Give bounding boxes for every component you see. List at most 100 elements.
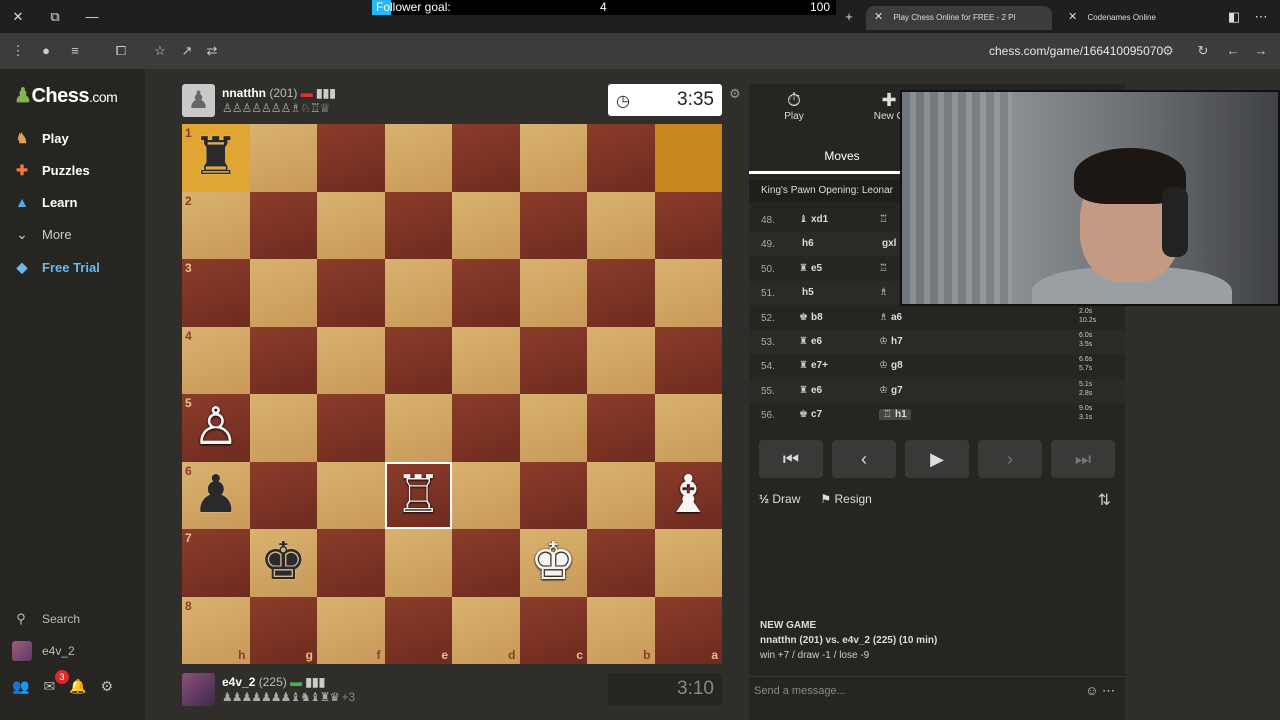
black-move[interactable]: ♗ (879, 287, 891, 298)
close-window-icon[interactable]: ✕ (9, 8, 27, 26)
black-move[interactable]: ♖ h1 (879, 409, 911, 421)
board-square[interactable] (317, 191, 385, 259)
board-square[interactable] (452, 124, 520, 192)
menu-dots-icon[interactable]: ⋮ (9, 42, 27, 60)
board-square[interactable]: a (654, 596, 722, 664)
board-square[interactable]: 3 (182, 259, 250, 327)
board-square[interactable] (317, 529, 385, 597)
board-square[interactable]: f (317, 596, 385, 664)
board-square[interactable] (654, 529, 722, 597)
reading-list-icon[interactable]: ≡ (66, 42, 84, 60)
player-name[interactable]: e4v_2 (222, 675, 255, 689)
tab-codenames[interactable]: ✕ Codenames Online (1068, 6, 1208, 30)
sidebar-item-play[interactable]: ♞ Play (12, 127, 69, 149)
black-pawn-piece[interactable]: ♟ (182, 462, 250, 530)
board-square[interactable] (317, 394, 385, 462)
back-icon[interactable]: ← (1224, 42, 1242, 60)
board-square[interactable] (249, 461, 317, 529)
board-square[interactable]: 6 ♟ (182, 461, 250, 530)
white-move[interactable]: h6 (799, 238, 814, 249)
white-move[interactable]: ♜ e5 (799, 263, 822, 274)
board-square[interactable] (587, 124, 655, 192)
board-square[interactable]: 2 (182, 191, 250, 259)
black-move[interactable]: ♗ a6 (879, 312, 902, 323)
board-square[interactable] (384, 529, 452, 597)
board-square[interactable] (317, 259, 385, 327)
profile-avatar-icon[interactable]: ● (37, 42, 55, 60)
board-square[interactable] (249, 259, 317, 327)
bookmark-star-icon[interactable]: ☆ (151, 42, 169, 60)
white-move[interactable]: h5 (799, 287, 814, 298)
more-options-icon[interactable]: ⋯ (1252, 8, 1270, 26)
board-square[interactable]: 8h (182, 596, 250, 664)
board-square[interactable]: ♝ (654, 461, 723, 530)
sidebar-user[interactable]: e4v_2 (12, 641, 75, 661)
chat-input[interactable]: Send a message... (754, 685, 846, 697)
restore-window-icon[interactable]: ⧉ (46, 8, 64, 26)
white-move[interactable]: ♝ xd1 (799, 214, 828, 225)
white-rook-piece[interactable]: ♖ (385, 462, 453, 530)
board-square[interactable] (452, 394, 520, 462)
flip-board-icon[interactable]: ⇅ (1098, 490, 1111, 510)
board-square[interactable] (452, 326, 520, 394)
board-square[interactable] (519, 326, 587, 394)
black-move[interactable]: ♔ g8 (879, 360, 903, 371)
opponent-name[interactable]: nnatthn (222, 86, 266, 100)
board-square[interactable]: b (587, 596, 655, 664)
board-square[interactable] (384, 259, 452, 327)
resign-button[interactable]: ⚑ Resign (820, 492, 871, 506)
board-square[interactable] (519, 259, 587, 327)
url-field[interactable]: chess.com/game/166410095070 (989, 44, 1163, 58)
messages-icon[interactable]: ✉ (43, 678, 55, 695)
board-square[interactable] (384, 124, 452, 192)
board-square[interactable] (384, 394, 452, 462)
black-king-piece[interactable]: ♚ (250, 529, 318, 597)
sidebar-item-free-trial[interactable]: ◆ Free Trial (12, 256, 100, 278)
board-settings-icon[interactable]: ⚙ (729, 86, 741, 102)
board-square[interactable]: ♚ (249, 529, 318, 597)
board-square[interactable] (317, 461, 385, 529)
board-square[interactable] (587, 461, 655, 529)
friends-icon[interactable]: 👥 (12, 678, 29, 695)
board-square[interactable]: 7 (182, 529, 250, 597)
black-move[interactable]: gxl (879, 238, 896, 249)
white-move[interactable]: ♜ e6 (799, 336, 822, 347)
board-square[interactable] (249, 191, 317, 259)
black-move[interactable]: ♖ (879, 214, 891, 225)
play-moves-button[interactable]: ▶ (905, 440, 969, 478)
board-square[interactable] (317, 124, 385, 192)
share-icon[interactable]: ↗ (178, 42, 196, 60)
white-bishop-piece[interactable]: ♝ (655, 462, 723, 530)
settings-icon[interactable]: ⚙ (101, 678, 114, 695)
sidebar-item-more[interactable]: ⌄ More (12, 223, 72, 245)
board-square[interactable]: g (249, 596, 317, 664)
white-move[interactable]: ♜ e6 (799, 385, 822, 396)
board-square[interactable]: 5 ♙ (182, 394, 250, 462)
emoji-icon[interactable]: ☺ (1085, 683, 1098, 698)
white-move[interactable]: ♚ b8 (799, 312, 823, 323)
chess-logo[interactable]: ♟Chess.com (14, 83, 118, 108)
translate-icon[interactable]: ⇄ (203, 42, 221, 60)
board-square[interactable] (317, 326, 385, 394)
extensions-icon[interactable]: ⧠ (112, 42, 130, 60)
board-square[interactable]: 1 ♜ (182, 124, 250, 192)
tab-chess[interactable]: ✕ Play Chess Online for FREE - 2 Pl (866, 6, 1052, 30)
opponent-avatar[interactable]: ♟ (182, 84, 215, 117)
board-square[interactable] (384, 326, 452, 394)
black-rook-piece[interactable]: ♜ (182, 124, 250, 192)
board-square[interactable] (519, 191, 587, 259)
board-square[interactable]: ♖ (384, 461, 453, 530)
black-move[interactable]: ♔ h7 (879, 336, 903, 347)
board-square[interactable] (384, 191, 452, 259)
board-square[interactable]: c (519, 596, 587, 664)
board-square[interactable] (587, 259, 655, 327)
forward-icon[interactable]: → (1252, 42, 1270, 60)
board-square[interactable] (452, 191, 520, 259)
sidebar-item-puzzles[interactable]: ✚ Puzzles (12, 159, 90, 181)
board-square[interactable] (587, 326, 655, 394)
board-square[interactable] (654, 259, 722, 327)
next-move-button[interactable]: › (978, 440, 1042, 478)
board-square[interactable] (654, 124, 722, 192)
white-move[interactable]: ♜ e7+ (799, 360, 828, 371)
board-square[interactable] (249, 394, 317, 462)
